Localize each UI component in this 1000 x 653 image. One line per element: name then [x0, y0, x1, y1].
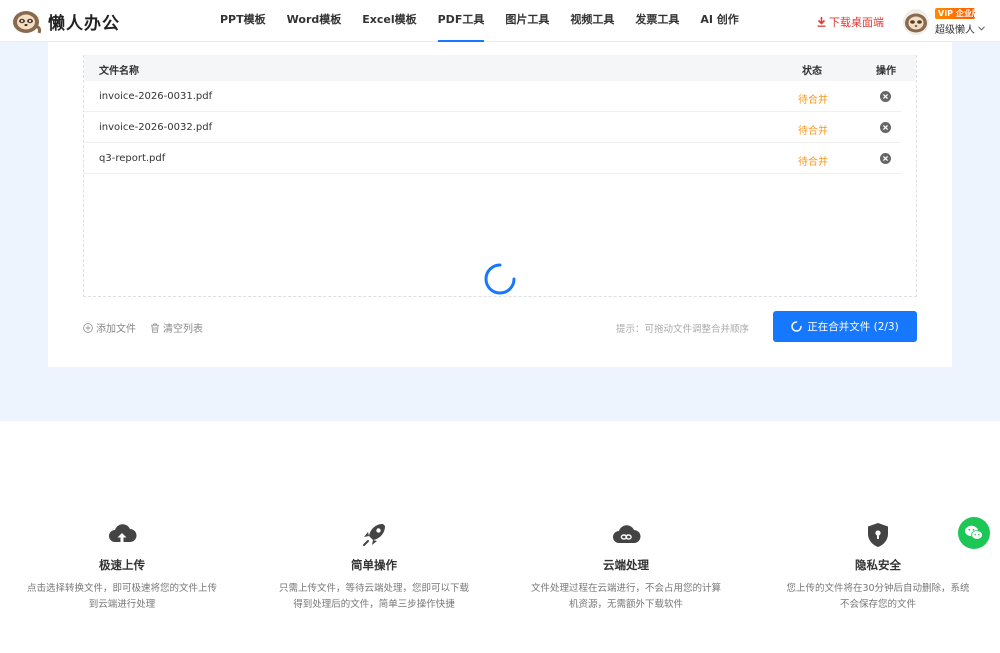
file-status: 待合并: [798, 95, 828, 106]
file-list-table: 文件名称 状态 操作 invoice-2026-0031.pdf 待合并 inv…: [83, 55, 917, 297]
file-status: 待合并: [798, 157, 828, 168]
feature-description: 点击选择转换文件，即可极速将您的文件上传到云端进行处理: [26, 583, 217, 610]
merge-button[interactable]: 正在合并文件 (2/3): [773, 311, 917, 342]
file-name: q3-report.pdf: [99, 153, 166, 164]
nav-invoice-tools[interactable]: 发票工具: [635, 0, 679, 42]
vip-badge: VIP 企业版: [935, 8, 975, 19]
clear-list-label: 清空列表: [163, 324, 203, 335]
feature-privacy-security: 隐私安全 您上传的文件将在30分钟后自动删除，系统不会保存您的文件: [778, 520, 978, 613]
reorder-hint: 提示：可拖动文件调整合并顺序: [616, 324, 750, 335]
logo-text: 懒人办公: [48, 13, 120, 34]
feature-title: 隐私安全: [855, 558, 901, 572]
shield-lock-icon: [868, 523, 888, 547]
wechat-contact-button[interactable]: [958, 517, 990, 549]
remove-file-icon[interactable]: [880, 91, 891, 102]
file-name: invoice-2026-0031.pdf: [99, 91, 213, 102]
download-icon: [817, 17, 826, 27]
clear-list-button[interactable]: 清空列表: [150, 320, 203, 335]
feature-title: 极速上传: [99, 558, 145, 572]
user-name-text: 超级懒人: [935, 25, 975, 36]
table-row[interactable]: invoice-2026-0031.pdf 待合并: [84, 81, 901, 112]
feature-cloud-processing: 云端处理 文件处理过程在云端进行，不会占用您的计算机资源，无需额外下载软件: [526, 520, 726, 613]
loading-spinner-icon: [484, 263, 516, 295]
nav-image-tools[interactable]: 图片工具: [505, 0, 549, 42]
plus-circle-icon: [83, 322, 93, 333]
chevron-down-icon: [978, 26, 985, 31]
feature-description: 文件处理过程在云端进行，不会占用您的计算机资源，无需额外下载软件: [530, 583, 721, 610]
download-desktop-label: 下载桌面端: [829, 16, 884, 29]
loading-spinner-icon: [791, 321, 803, 332]
feature-fast-upload: 极速上传 点击选择转换文件，即可极速将您的文件上传到云端进行处理: [22, 520, 222, 613]
feature-title: 云端处理: [603, 558, 649, 572]
column-header-filename: 文件名称: [99, 66, 139, 77]
cloud-upload-icon: [109, 524, 137, 542]
features-section: 极速上传 点击选择转换文件，即可极速将您的文件上传到云端进行处理 简单操作 只需…: [0, 520, 1000, 630]
user-info: VIP 企业版 超级懒人: [935, 8, 985, 36]
sloth-avatar-icon: [905, 13, 927, 33]
add-file-button[interactable]: 添加文件: [83, 320, 136, 335]
main-nav: PPT模板 Word模板 Excel模板 PDF工具 图片工具 视频工具 发票工…: [220, 0, 760, 42]
nav-word-templates[interactable]: Word模板: [287, 0, 342, 42]
column-header-status: 状态: [802, 66, 822, 77]
remove-file-icon[interactable]: [880, 153, 891, 164]
table-row[interactable]: invoice-2026-0032.pdf 待合并: [84, 112, 901, 143]
rocket-icon: [363, 524, 385, 546]
file-status: 待合并: [798, 126, 828, 137]
column-header-action: 操作: [876, 66, 896, 77]
add-file-label: 添加文件: [96, 324, 136, 335]
top-header: 懒人办公 PPT模板 Word模板 Excel模板 PDF工具 图片工具 视频工…: [0, 0, 1000, 42]
table-header: 文件名称 状态 操作: [84, 55, 916, 81]
nav-pdf-tools[interactable]: PDF工具: [437, 0, 484, 42]
avatar: [903, 9, 929, 35]
remove-file-icon[interactable]: [880, 122, 891, 133]
nav-video-tools[interactable]: 视频工具: [570, 0, 614, 42]
table-row[interactable]: q3-report.pdf 待合并: [84, 143, 901, 174]
sloth-mascot-icon: [13, 11, 42, 34]
trash-icon: [151, 323, 159, 333]
download-desktop-link[interactable]: 下载桌面端: [817, 14, 884, 30]
nav-ai-create[interactable]: AI 创作: [700, 0, 738, 42]
cloud-link-icon: [613, 525, 641, 543]
nav-ppt-templates[interactable]: PPT模板: [220, 0, 266, 42]
feature-simple-operation: 简单操作 只需上传文件，等待云端处理，您即可以下载得到处理后的文件，简单三步操作…: [274, 520, 474, 613]
feature-description: 只需上传文件，等待云端处理，您即可以下载得到处理后的文件，简单三步操作快捷: [278, 583, 469, 610]
file-name: invoice-2026-0032.pdf: [99, 122, 213, 133]
user-name: 超级懒人: [935, 21, 985, 36]
wechat-icon: [965, 525, 983, 540]
merge-button-label: 正在合并文件 (2/3): [807, 321, 899, 333]
logo[interactable]: 懒人办公: [12, 7, 120, 35]
nav-excel-templates[interactable]: Excel模板: [362, 0, 416, 42]
feature-title: 简单操作: [351, 558, 397, 572]
feature-description: 您上传的文件将在30分钟后自动删除，系统不会保存您的文件: [786, 583, 970, 610]
user-menu[interactable]: VIP 企业版 超级懒人: [903, 8, 985, 36]
